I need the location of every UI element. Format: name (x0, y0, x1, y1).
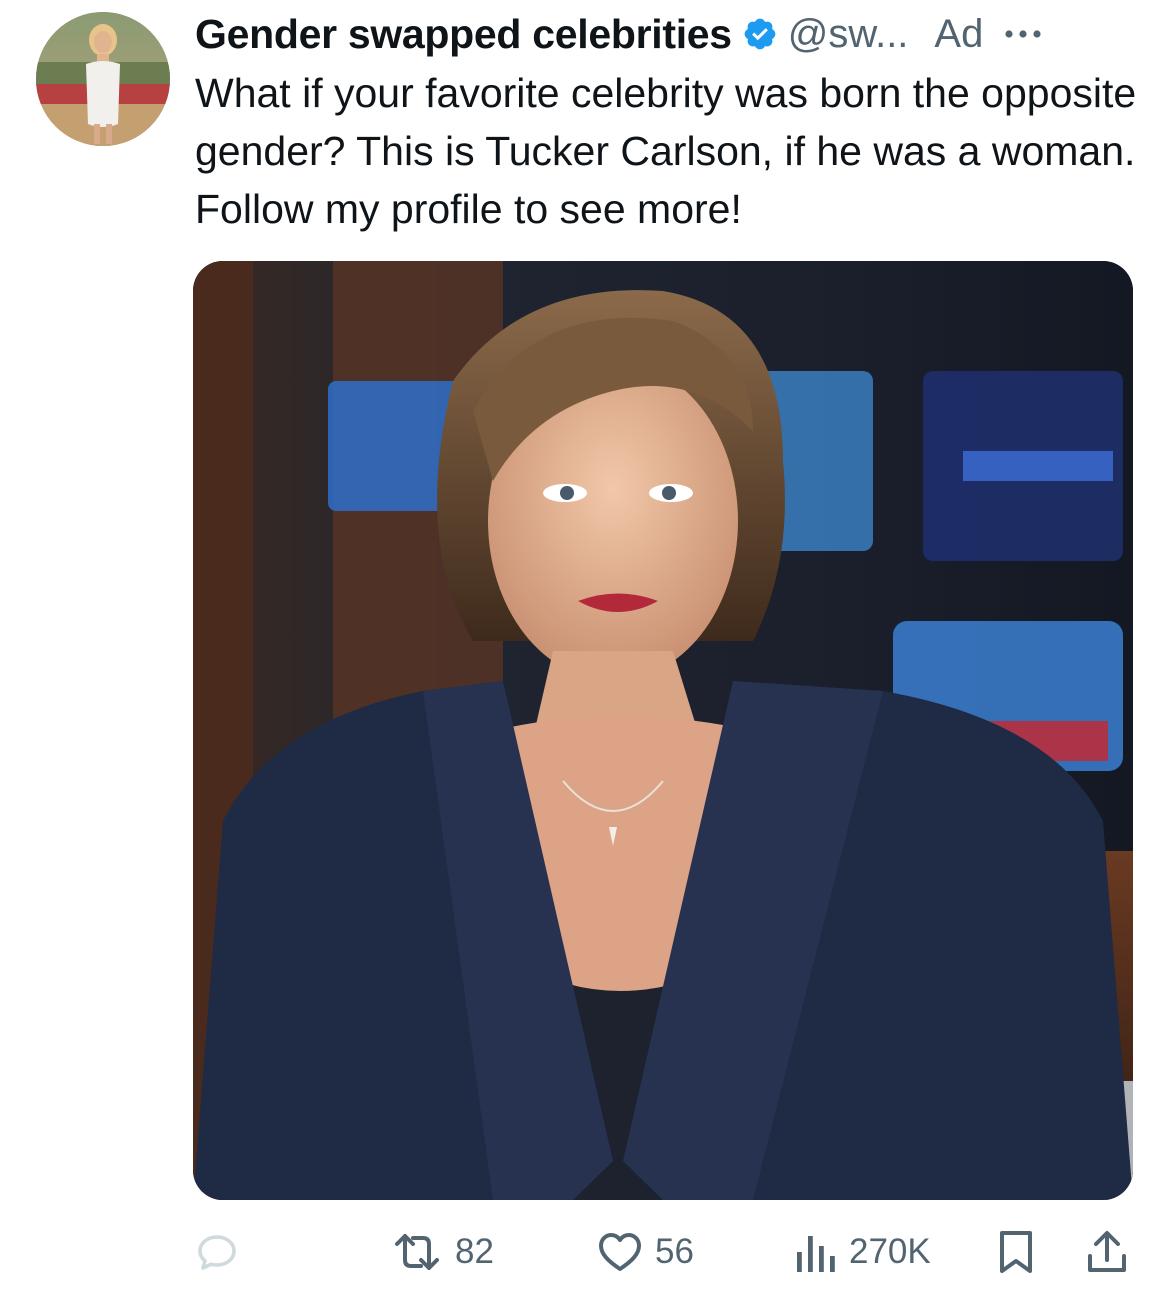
repost-icon (389, 1228, 445, 1276)
like-button[interactable]: 56 (595, 1220, 694, 1284)
avatar-image (36, 12, 170, 146)
display-name[interactable]: Gender swapped celebrities (195, 11, 732, 58)
avatar[interactable] (36, 12, 170, 146)
repost-count: 82 (455, 1232, 494, 1271)
post-header: Gender swapped celebrities @sw... Ad (195, 8, 1145, 60)
post-text: What if your favorite celebrity was born… (195, 70, 1137, 232)
heart-icon (595, 1228, 645, 1276)
share-icon (1085, 1228, 1129, 1276)
views-count: 270K (849, 1232, 931, 1271)
like-count: 56 (655, 1232, 694, 1271)
views-bar-chart-icon (793, 1228, 839, 1276)
more-dots-icon[interactable] (1001, 14, 1045, 54)
handle[interactable]: @sw... (788, 12, 909, 57)
action-bar: 82 56 270K (193, 1220, 1143, 1284)
bookmark-button[interactable] (995, 1220, 1037, 1284)
repost-button[interactable]: 82 (389, 1220, 494, 1284)
ad-label: Ad (934, 11, 984, 56)
reply-icon (193, 1228, 241, 1276)
verified-badge-icon (742, 16, 778, 52)
post-media-image[interactable] (193, 261, 1133, 1200)
bookmark-icon (995, 1228, 1037, 1276)
reply-button[interactable] (193, 1220, 251, 1284)
views-button[interactable]: 270K (793, 1220, 931, 1284)
share-button[interactable] (1085, 1220, 1129, 1284)
